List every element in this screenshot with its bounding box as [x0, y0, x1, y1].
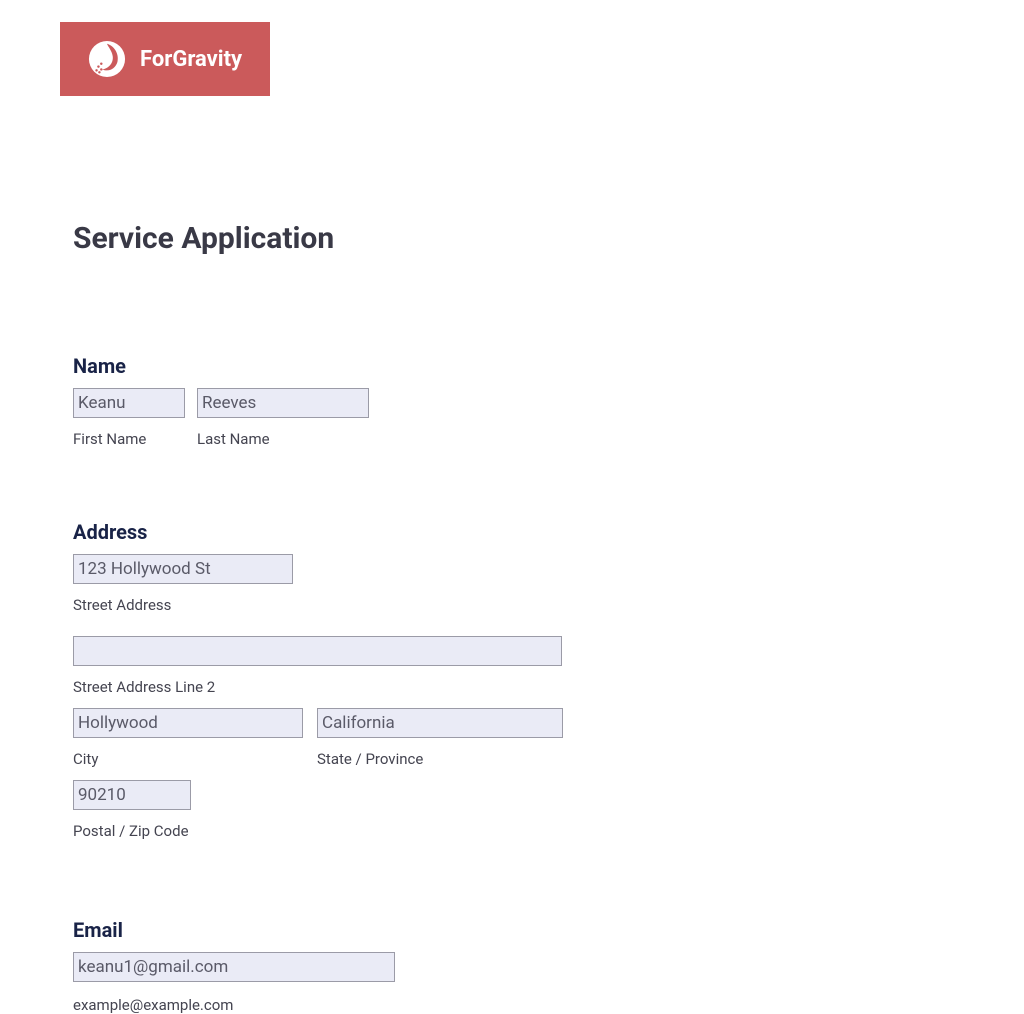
page-title: Service Application — [73, 221, 673, 256]
postal-code-sublabel: Postal / Zip Code — [73, 822, 673, 840]
street-address-2-field[interactable] — [73, 636, 562, 666]
street-address-sublabel: Street Address — [73, 596, 673, 614]
street-address-field[interactable] — [73, 554, 293, 584]
name-section-label: Name — [73, 354, 673, 378]
city-sublabel: City — [73, 750, 303, 768]
state-field[interactable] — [317, 708, 563, 738]
state-sublabel: State / Province — [317, 750, 563, 768]
first-name-field[interactable] — [73, 388, 185, 418]
last-name-field[interactable] — [197, 388, 369, 418]
email-example: example@example.com — [73, 996, 673, 1014]
street-address-2-sublabel: Street Address Line 2 — [73, 678, 673, 696]
last-name-sublabel: Last Name — [197, 430, 369, 448]
brand-banner: ForGravity — [60, 22, 270, 96]
city-field[interactable] — [73, 708, 303, 738]
email-field[interactable] — [73, 952, 395, 982]
brand-name: ForGravity — [140, 47, 242, 72]
address-section-label: Address — [73, 520, 673, 544]
email-section-label: Email — [73, 918, 673, 942]
postal-code-field[interactable] — [73, 780, 191, 810]
brand-logo-icon — [88, 40, 126, 78]
form-content: Service Application Name First Name Last… — [73, 221, 673, 1014]
first-name-sublabel: First Name — [73, 430, 185, 448]
